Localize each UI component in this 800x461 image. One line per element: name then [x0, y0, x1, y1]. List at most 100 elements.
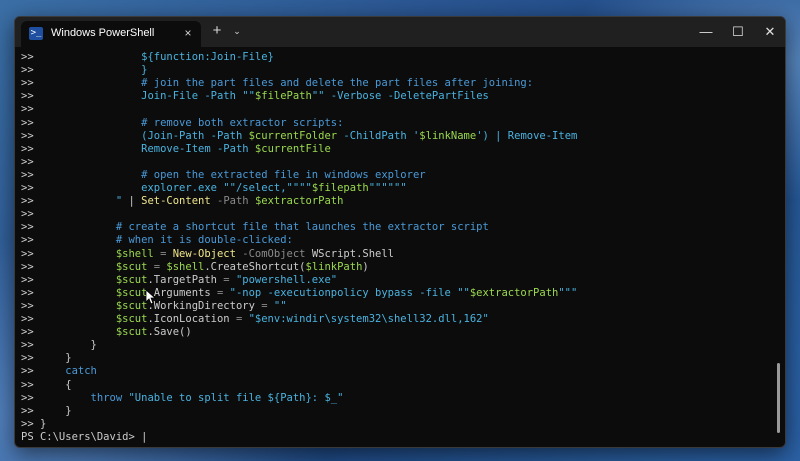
code-token: $shell	[166, 260, 205, 273]
code-token: $extractorPath	[469, 286, 559, 299]
terminal-line: >> $scut.Arguments = "-nop -executionpol…	[21, 287, 577, 300]
code-token: =	[210, 286, 230, 299]
prompt-text: >>	[21, 77, 40, 90]
new-tab-button[interactable]: +	[209, 23, 225, 39]
code-token: -ChildPath '	[337, 129, 420, 142]
code-token: "-nop -executionpolicy bypass -file ""	[229, 286, 470, 299]
code-token: $shell	[115, 247, 154, 260]
minimize-button[interactable]: —	[691, 21, 721, 43]
code-token: .Arguments	[147, 286, 211, 299]
code-token: }	[39, 352, 72, 365]
prompt-text: >>	[21, 129, 40, 142]
terminal-line: >> }	[21, 405, 72, 418]
prompt-text: >>	[21, 51, 40, 63]
prompt-text: >>	[21, 326, 40, 339]
code-token: # create a shortcut file that launches t…	[115, 221, 489, 234]
code-token: $filepath	[311, 182, 369, 194]
terminal-output[interactable]: >> ${function:Join-File} >> } >> # join th…	[15, 47, 785, 447]
terminal-line: >> ${function:Join-File}	[21, 51, 274, 64]
code-token: explorer.exe ""/select,""""	[141, 182, 312, 194]
code-token: ') | Remove-Item	[476, 129, 578, 142]
code-token: }	[39, 404, 72, 417]
prompt-text: >>	[21, 365, 40, 378]
terminal-line: >> catch	[21, 365, 97, 378]
prompt-text: >>	[21, 221, 40, 234]
terminal-line: >> }	[21, 64, 147, 77]
terminal-line: >>	[21, 156, 34, 169]
prompt-text: >>	[21, 417, 40, 430]
prompt-text: >>	[21, 168, 40, 181]
code-token: {	[39, 378, 72, 391]
code-token: }	[141, 64, 148, 77]
terminal-line: >> $scut.IconLocation = "$env:windir\sys…	[21, 313, 489, 326]
code-token: ${function:Join-File}	[141, 51, 274, 63]
prompt-text: >>	[21, 378, 40, 391]
code-token: =	[147, 260, 167, 273]
code-token: # open the extracted file in windows exp…	[141, 168, 426, 181]
prompt-text: >>	[21, 116, 40, 129]
powershell-icon: >_	[29, 27, 43, 40]
close-icon[interactable]: ×	[181, 26, 195, 40]
chevron-down-icon[interactable]: ⌄	[229, 23, 245, 39]
terminal-line: >> }	[21, 418, 46, 431]
code-token: .IconLocation	[147, 313, 230, 325]
terminal-line: >> throw "Unable to split file ${Path}: …	[21, 392, 343, 405]
code-token: Remove-Item -Path	[141, 142, 255, 155]
code-token: """	[558, 286, 578, 299]
terminal-window: >_ Windows PowerShell × + ⌄ — ☐ ✕ >> ${f…	[14, 16, 786, 448]
title-bar: >_ Windows PowerShell × + ⌄ — ☐ ✕	[15, 17, 785, 47]
prompt-text: >>	[21, 313, 40, 325]
code-token: # when it is double-clicked:	[115, 234, 293, 247]
prompt-text: >>	[21, 195, 40, 208]
code-token: .WorkingDirectory	[147, 299, 255, 312]
terminal-line: >>	[21, 208, 34, 221]
maximize-button[interactable]: ☐	[723, 21, 753, 43]
terminal-line: >> # remove both extractor scripts:	[21, 117, 343, 130]
code-token: (Join-Path -Path	[141, 129, 249, 142]
code-token: $filePath	[254, 90, 312, 103]
tab-windows-powershell[interactable]: >_ Windows PowerShell ×	[21, 21, 201, 47]
code-token: # join the part files and delete the par…	[141, 77, 534, 90]
prompt-text: >>	[21, 90, 40, 103]
code-token: =	[254, 299, 274, 312]
code-token: }	[39, 417, 47, 430]
terminal-line: >> # join the part files and delete the …	[21, 77, 533, 90]
code-token: $scut	[115, 260, 148, 273]
code-token: .Save()	[147, 326, 192, 339]
prompt-text: PS C:\Users\David>	[21, 430, 142, 443]
code-token: throw	[90, 391, 123, 404]
code-token: =	[153, 247, 173, 260]
terminal-line: PS C:\Users\David> |	[21, 431, 147, 444]
terminal-line: >> (Join-Path -Path $currentFolder -Chil…	[21, 130, 577, 143]
code-token: $currentFile	[254, 142, 331, 155]
prompt-text: >>	[21, 234, 40, 247]
prompt-text: >>	[21, 142, 40, 155]
terminal-line: >> }	[21, 339, 97, 352]
scrollbar[interactable]	[777, 363, 780, 433]
prompt-text: >>	[21, 247, 40, 260]
prompt-text: >>	[21, 260, 40, 273]
code-token: "" -Verbose -DeletePartFiles	[311, 90, 489, 103]
prompt-text: >>	[21, 182, 40, 194]
close-window-button[interactable]: ✕	[755, 21, 785, 43]
code-token: """"""	[368, 182, 407, 194]
terminal-line: >>	[21, 103, 34, 116]
terminal-line: >> explorer.exe ""/select,""""$filepath"…	[21, 182, 407, 195]
terminal-line: >> " | Set-Content -Path $extractorPath	[21, 195, 343, 208]
code-token: )	[362, 260, 369, 273]
code-token: $extractorPath	[254, 195, 344, 208]
code-token: "Unable to split file ${Path}: $_"	[128, 391, 344, 404]
code-token: -Path	[210, 195, 255, 208]
terminal-line: >> # create a shortcut file that launche…	[21, 221, 489, 234]
terminal-line: >> $scut.Save()	[21, 326, 192, 339]
